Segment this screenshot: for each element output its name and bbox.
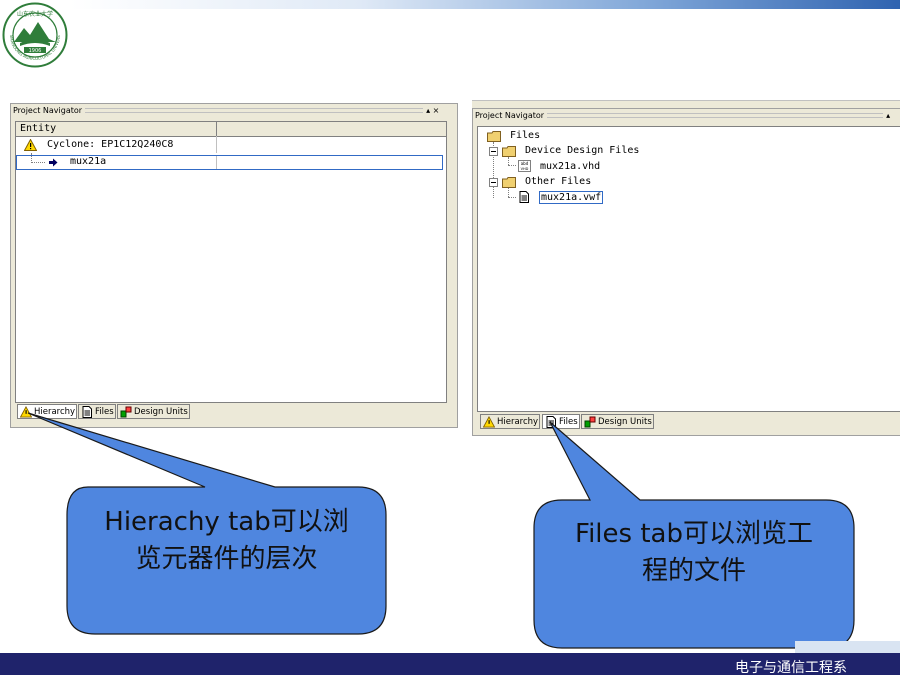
footer-department: 电子与通信工程系	[735, 660, 847, 676]
callout-left-text: Hierachy tab可以浏 览元器件的层次	[67, 504, 386, 578]
callout-right-line2: 程的文件	[641, 556, 746, 586]
callout-left-line2: 览元器件的层次	[135, 544, 318, 574]
callout-right-line1: Files tab可以浏览工	[575, 519, 813, 549]
callout-left-line1: Hierachy tab可以浏	[104, 507, 349, 537]
callout-right-text: Files tab可以浏览工 程的文件	[534, 516, 854, 590]
footer-accent	[795, 641, 900, 653]
footer-bar: 电子与通信工程系	[0, 653, 900, 676]
